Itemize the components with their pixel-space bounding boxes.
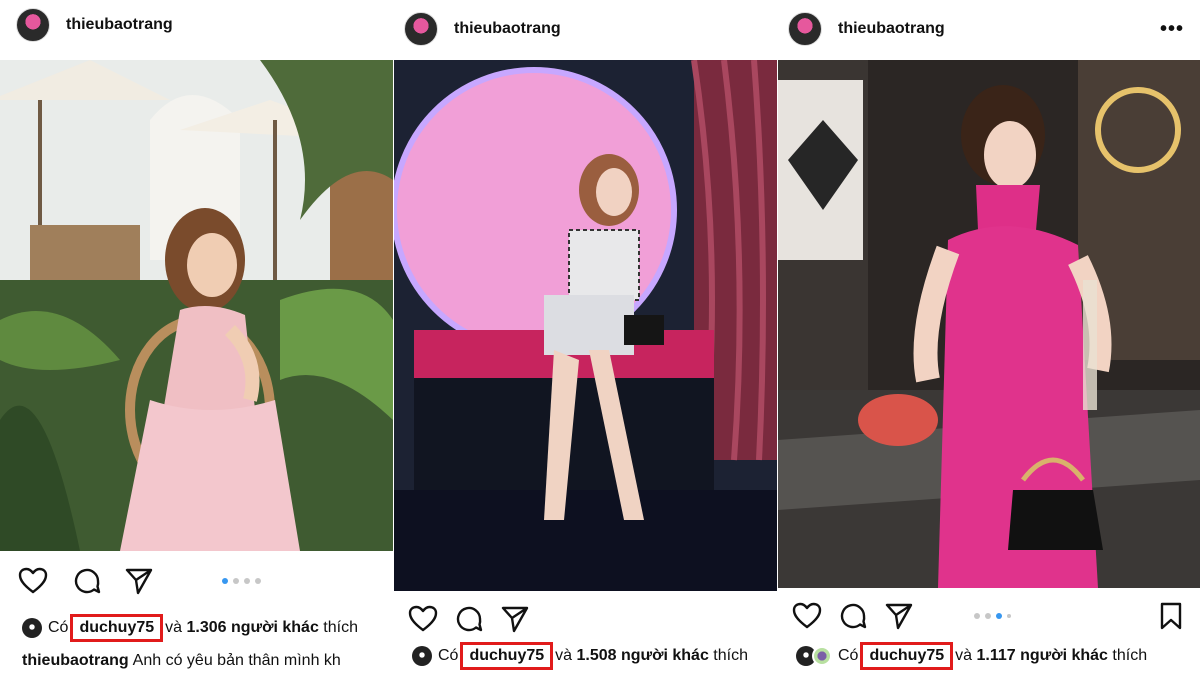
post-photo-image <box>394 60 777 591</box>
likes-suffix[interactable]: và 1.508 người khác thích <box>555 647 748 665</box>
post-actions <box>0 566 393 596</box>
carousel-dot <box>974 613 980 619</box>
liker-username-highlighted[interactable]: duchuy75 <box>860 642 954 670</box>
more-icon[interactable]: ••• <box>1160 18 1184 41</box>
caption-text: Anh có yêu bản thân mình kh <box>132 652 341 669</box>
username[interactable]: thieubaotrang <box>454 20 561 38</box>
likes-prefix: Có <box>438 647 459 664</box>
likes-count[interactable]: 1.117 người khác <box>976 647 1107 664</box>
share-icon[interactable] <box>500 604 530 634</box>
bookmark-icon[interactable] <box>1156 601 1186 631</box>
post-actions <box>394 604 777 634</box>
avatar[interactable] <box>16 8 50 42</box>
post-photo[interactable] <box>394 60 777 591</box>
liker-avatar-2[interactable] <box>812 646 832 666</box>
post-header: thieubaotrang <box>788 12 1200 46</box>
share-icon[interactable] <box>884 601 914 631</box>
carousel-indicator <box>974 613 1011 619</box>
comment-icon[interactable] <box>454 604 484 634</box>
post-photo-image <box>778 60 1200 588</box>
likes-count[interactable]: 1.508 người khác <box>576 647 708 664</box>
avatar[interactable] <box>788 12 822 46</box>
liker-username-highlighted[interactable]: duchuy75 <box>70 614 164 642</box>
heart-icon[interactable] <box>792 601 822 631</box>
likes-line[interactable]: Có duchuy75 và 1.508 người khác thích <box>412 642 748 670</box>
likes-line[interactable]: Có duchuy75 và 1.306 người khác thích <box>22 614 358 642</box>
avatar[interactable] <box>404 12 438 46</box>
post-actions <box>778 601 1200 631</box>
heart-icon[interactable] <box>408 604 438 634</box>
caption-username[interactable]: thieubaotrang <box>22 652 129 669</box>
liker-username-highlighted[interactable]: duchuy75 <box>460 642 554 670</box>
carousel-indicator <box>222 578 261 584</box>
carousel-dot <box>985 613 991 619</box>
carousel-dot-active <box>222 578 228 584</box>
comment-icon[interactable] <box>838 601 868 631</box>
carousel-dot-active <box>996 613 1002 619</box>
post-photo[interactable] <box>778 60 1200 588</box>
carousel-dot <box>1007 614 1011 618</box>
post-panel-3: thieubaotrang ••• Có duchuy75 và 1.117 n… <box>778 0 1200 675</box>
carousel-dot <box>244 578 250 584</box>
likes-prefix: Có <box>838 647 859 664</box>
likes-line[interactable]: Có duchuy75 và 1.117 người khác thích <box>796 642 1147 670</box>
likes-suffix[interactable]: và 1.306 người khác thích <box>165 619 358 637</box>
heart-icon[interactable] <box>18 566 48 596</box>
liker-avatar[interactable] <box>22 618 42 638</box>
likes-prefix: Có <box>48 619 69 636</box>
post-panel-1: thieubaotrang Có duchuy75 và 1.306 người… <box>0 0 393 675</box>
carousel-dot <box>233 578 239 584</box>
post-panel-2: thieubaotrang Có duchuy75 và 1.508 người… <box>394 0 777 675</box>
post-photo[interactable] <box>0 60 393 551</box>
caption: thieubaotrang Anh có yêu bản thân mình kh <box>22 652 341 670</box>
share-icon[interactable] <box>124 566 154 596</box>
likes-count[interactable]: 1.306 người khác <box>186 619 318 636</box>
carousel-dot <box>255 578 261 584</box>
comment-icon[interactable] <box>72 566 102 596</box>
username[interactable]: thieubaotrang <box>838 20 945 38</box>
post-photo-image <box>0 60 393 551</box>
username[interactable]: thieubaotrang <box>66 16 173 34</box>
post-header: thieubaotrang <box>404 12 777 46</box>
likes-suffix[interactable]: và 1.117 người khác thích <box>955 647 1147 665</box>
liker-avatar[interactable] <box>412 646 432 666</box>
post-header: thieubaotrang <box>16 8 393 42</box>
